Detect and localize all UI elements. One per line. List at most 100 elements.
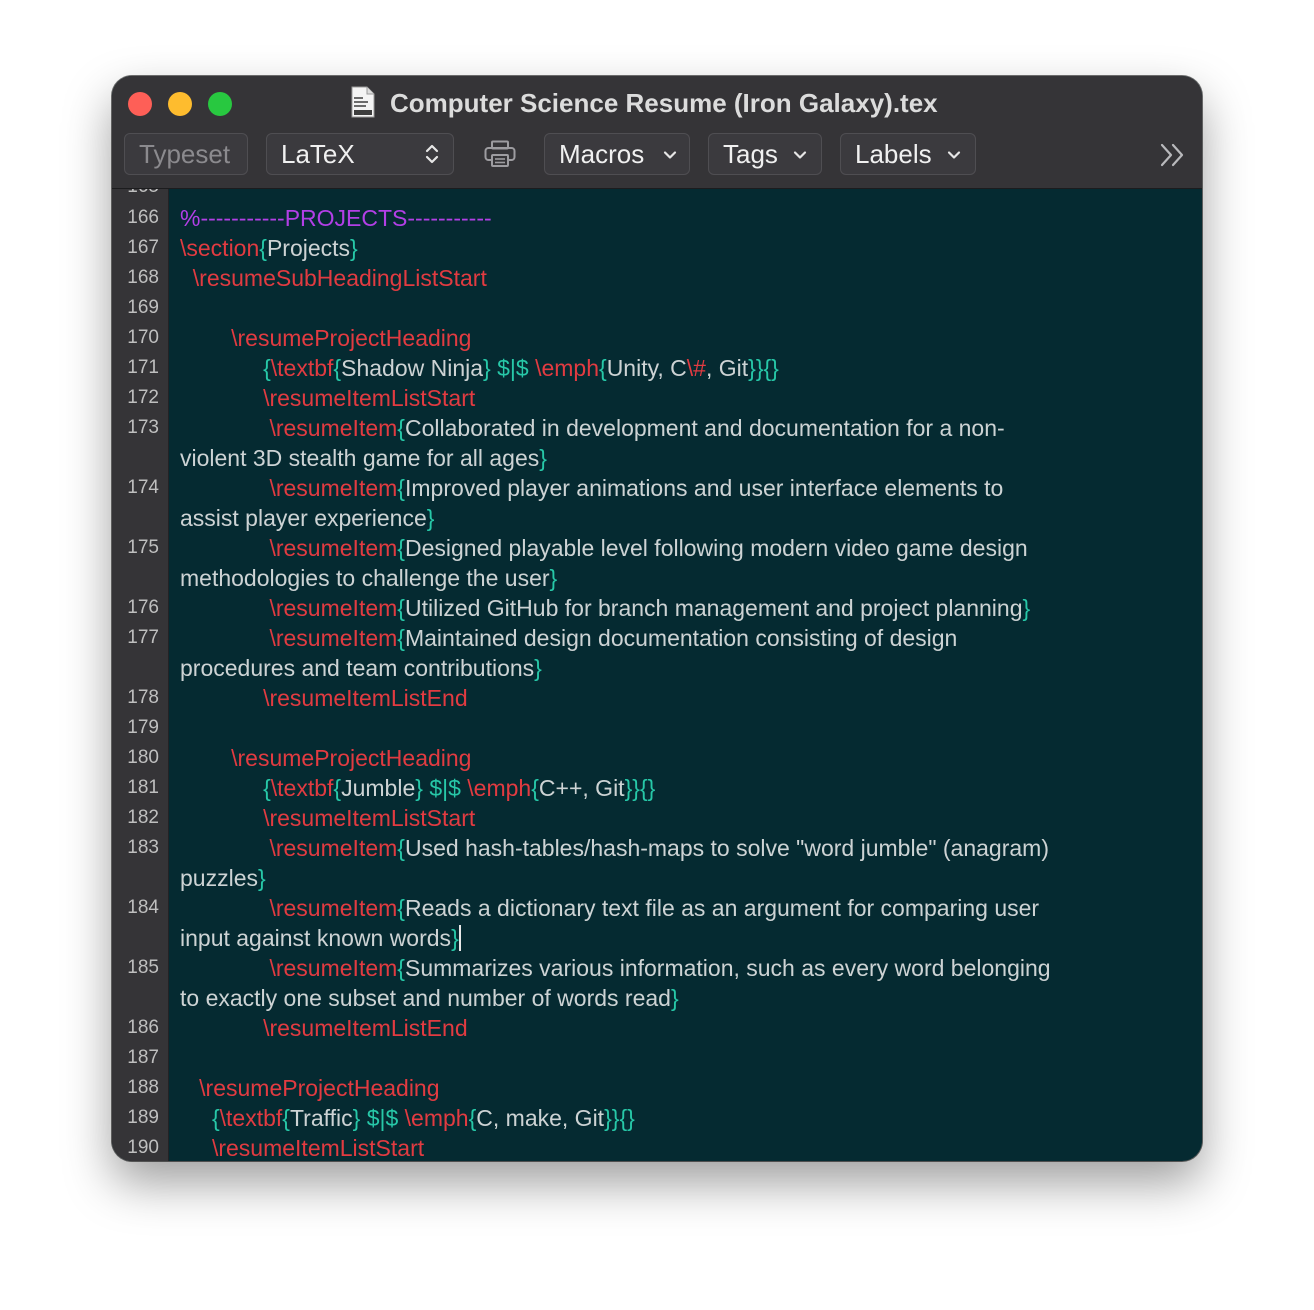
latex-brace: { [333, 355, 342, 381]
code-line[interactable]: violent 3D stealth game for all ages} [180, 443, 547, 473]
code-line[interactable]: assist player experience} [180, 503, 434, 533]
latex-brace: { [397, 835, 405, 861]
code-line[interactable]: \resumeItemListEnd [180, 683, 468, 713]
code-text: Traffic [289, 1105, 353, 1131]
line-number: 180 [127, 747, 159, 768]
code-line[interactable]: puzzles} [180, 863, 266, 893]
latex-brace: { [211, 1105, 220, 1131]
window-title: Computer Science Resume (Iron Galaxy).te… [390, 88, 938, 118]
latex-comment: %-----------PROJECTS----------- [180, 205, 492, 231]
chevron-down-icon [663, 151, 677, 159]
zoom-window-button[interactable] [208, 92, 232, 116]
latex-brace: { [397, 895, 405, 921]
code-line[interactable]: \resumeItem{Utilized GitHub for branch m… [180, 593, 1030, 623]
code-line[interactable]: \resumeItem{Maintained design documentat… [180, 623, 957, 653]
line-number: 167 [127, 237, 159, 258]
code-line[interactable]: \section{Projects} [180, 233, 358, 263]
latex-command: \resumeItem [269, 475, 398, 501]
latex-brace: { [397, 625, 405, 651]
latex-brace: { [263, 775, 271, 801]
code-text: C++, Git [538, 775, 625, 801]
line-number: 184 [127, 897, 159, 918]
latex-command: \emph [535, 355, 599, 381]
code-line[interactable]: %-----------PROJECTS----------- [180, 203, 492, 233]
code-text: Projects [266, 235, 351, 261]
code-line[interactable]: \resumeProjectHeading [180, 323, 471, 353]
latex-command: \resumeItem [269, 415, 398, 441]
latex-brace: }}{} [624, 775, 656, 801]
code-text: Designed playable level following modern… [404, 535, 1028, 561]
close-window-button[interactable] [128, 92, 152, 116]
line-number: 183 [127, 837, 159, 858]
chevron-down-icon [947, 151, 961, 159]
code-line[interactable]: \resumeSubHeadingListStart [180, 263, 487, 293]
printer-icon[interactable] [484, 140, 516, 168]
chevron-down-icon [793, 151, 807, 159]
latex-command: \textbf [270, 775, 334, 801]
engine-select[interactable]: LaTeX [266, 133, 454, 175]
code-text: Shadow Ninja [341, 355, 484, 381]
code-line[interactable]: \resumeItemListEnd [180, 1013, 468, 1043]
latex-brace: { [531, 775, 539, 801]
code-line[interactable]: {\textbf{Jumble} $|$ \emph{C++, Git}}{} [180, 773, 655, 803]
code-line[interactable]: procedures and team contributions} [180, 653, 542, 683]
source-editor[interactable]: 165 166 %-----------PROJECTS----------- 16… [112, 189, 1202, 1161]
code-line[interactable]: \resumeItemListStart [180, 383, 475, 413]
code-line[interactable]: \resumeProjectHeading [180, 1073, 440, 1103]
code-line[interactable]: {\textbf{Shadow Ninja} $|$ \emph{Unity, … [180, 353, 779, 383]
latex-command: \resumeProjectHeading [199, 1075, 440, 1101]
code-line[interactable]: \resumeItem{Reads a dictionary text file… [180, 893, 1039, 923]
macros-dropdown[interactable]: Macros [544, 133, 690, 175]
latex-command: \resumeItem [269, 955, 398, 981]
up-down-chevron-icon [425, 144, 439, 164]
latex-command: \resumeItem [269, 595, 398, 621]
line-number: 168 [127, 267, 159, 288]
code-line[interactable]: methodologies to challenge the user} [180, 563, 557, 593]
code-line[interactable]: \resumeProjectHeading [180, 743, 471, 773]
code-text: input against known words [180, 925, 452, 951]
code-text: methodologies to challenge the user [180, 565, 550, 591]
code-line[interactable]: \resumeItem{Summarizes various informati… [180, 953, 1050, 983]
code-line[interactable]: \resumeItem{Designed playable level foll… [180, 533, 1028, 563]
latex-brace: { [263, 355, 271, 381]
typeset-button[interactable]: Typeset [124, 133, 248, 175]
code-line[interactable]: to exactly one subset and number of word… [180, 983, 679, 1013]
code-text: , Git [705, 355, 749, 381]
latex-command: \resumeItem [269, 535, 398, 561]
code-line[interactable]: \resumeItem{Used hash-tables/hash-maps t… [180, 833, 1049, 863]
code-text: violent 3D stealth game for all ages [180, 445, 540, 471]
latex-brace: }}{} [604, 1105, 635, 1131]
latex-command: \resumeItemListEnd [263, 1015, 468, 1041]
latex-brace: }}{} [748, 355, 779, 381]
code-line[interactable]: \resumeItemListStart [180, 803, 475, 833]
minimize-window-button[interactable] [168, 92, 192, 116]
tags-dropdown[interactable]: Tags [708, 133, 822, 175]
code-line[interactable]: \resumeItem{Improved player animations a… [180, 473, 1003, 503]
latex-brace: { [282, 1105, 290, 1131]
labels-dropdown[interactable]: Labels [840, 133, 976, 175]
line-number: 186 [127, 1017, 159, 1038]
line-number: 182 [127, 807, 159, 828]
line-number: 176 [127, 597, 159, 618]
code-line[interactable]: \resumeItemListStart [180, 1133, 424, 1161]
code-line[interactable]: \resumeItem{Collaborated in development … [180, 413, 1004, 443]
line-number: 169 [127, 297, 159, 318]
latex-brace: } [549, 565, 558, 591]
latex-brace: { [259, 235, 267, 261]
latex-command: \resumeItem [269, 895, 398, 921]
line-number: 170 [127, 327, 159, 348]
code-line[interactable]: {\textbf{Traffic} $|$ \emph{C, make, Git… [180, 1103, 635, 1133]
code-line[interactable]: input against known words} [180, 923, 461, 953]
line-number: 188 [127, 1077, 159, 1098]
double-chevron-right-icon[interactable] [1158, 142, 1188, 168]
code-text: C, make, Git [476, 1105, 605, 1131]
latex-brace: { [397, 955, 405, 981]
